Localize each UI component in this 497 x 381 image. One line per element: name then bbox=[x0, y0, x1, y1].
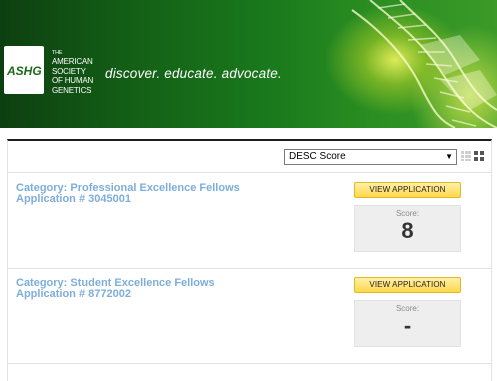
tagline: discover. educate. advocate. bbox=[105, 66, 282, 81]
chevron-down-icon: ▼ bbox=[445, 152, 453, 161]
application-number-link[interactable]: Application # 8772002 bbox=[16, 289, 131, 300]
applications-panel: DESC Score ▼ Category: Professional Exce… bbox=[7, 139, 492, 381]
sort-dropdown[interactable]: DESC Score ▼ bbox=[284, 149, 457, 165]
score-value: 8 bbox=[401, 218, 414, 243]
sort-dropdown-value: DESC Score bbox=[289, 151, 346, 162]
application-row: Category: Professional Excellence Fellow… bbox=[8, 172, 491, 269]
score-box: Score: 8 bbox=[354, 205, 461, 252]
header-banner: ASHG THE AMERICAN SOCIETY OF HUMAN GENET… bbox=[0, 0, 497, 128]
score-value: - bbox=[403, 313, 412, 338]
org-line-genetics: GENETICS bbox=[52, 85, 92, 95]
org-line-society: SOCIETY bbox=[52, 66, 86, 76]
score-label: Score: bbox=[395, 304, 420, 313]
view-application-button[interactable]: VIEW APPLICATION bbox=[354, 182, 461, 198]
ashg-logo-text: ASHG bbox=[7, 64, 42, 78]
application-row: Category: Student Excellence Fellows App… bbox=[8, 268, 491, 364]
application-number-link[interactable]: Application # 3045001 bbox=[16, 194, 131, 205]
view-application-button[interactable]: VIEW APPLICATION bbox=[354, 277, 461, 293]
list-view-icon[interactable] bbox=[461, 151, 471, 161]
org-line-of-human: OF HUMAN bbox=[52, 76, 94, 85]
score-box: Score: - bbox=[354, 300, 461, 347]
grid-view-icon[interactable] bbox=[474, 151, 484, 161]
org-line-american: AMERICAN bbox=[52, 57, 93, 66]
score-label: Score: bbox=[395, 209, 420, 218]
org-line-the: THE bbox=[52, 50, 63, 56]
organization-name: THE AMERICAN SOCIETY OF HUMAN GENETICS bbox=[52, 50, 104, 95]
